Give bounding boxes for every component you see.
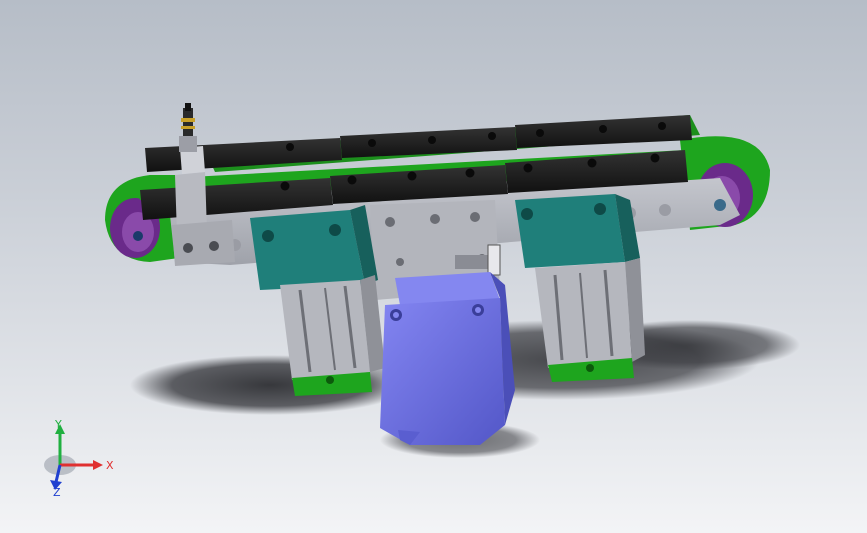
cad-model-scene[interactable] [0, 0, 867, 533]
right-bearing-block [515, 194, 640, 268]
x-axis-label: X [106, 459, 114, 472]
proximity-sensor [179, 103, 197, 152]
left-linear-slide [280, 275, 385, 396]
graphics-viewport[interactable]: Y X Z [0, 0, 867, 533]
triad-svg: Y X Z [44, 418, 114, 499]
y-axis-label: Y [54, 420, 62, 431]
z-axis-label: Z [53, 486, 61, 499]
right-linear-slide [535, 258, 645, 382]
view-orientation-triad[interactable]: Y X Z [40, 418, 120, 500]
x-axis-head [93, 460, 103, 470]
left-bearing-block [250, 205, 378, 290]
stepper-motor [380, 272, 515, 445]
